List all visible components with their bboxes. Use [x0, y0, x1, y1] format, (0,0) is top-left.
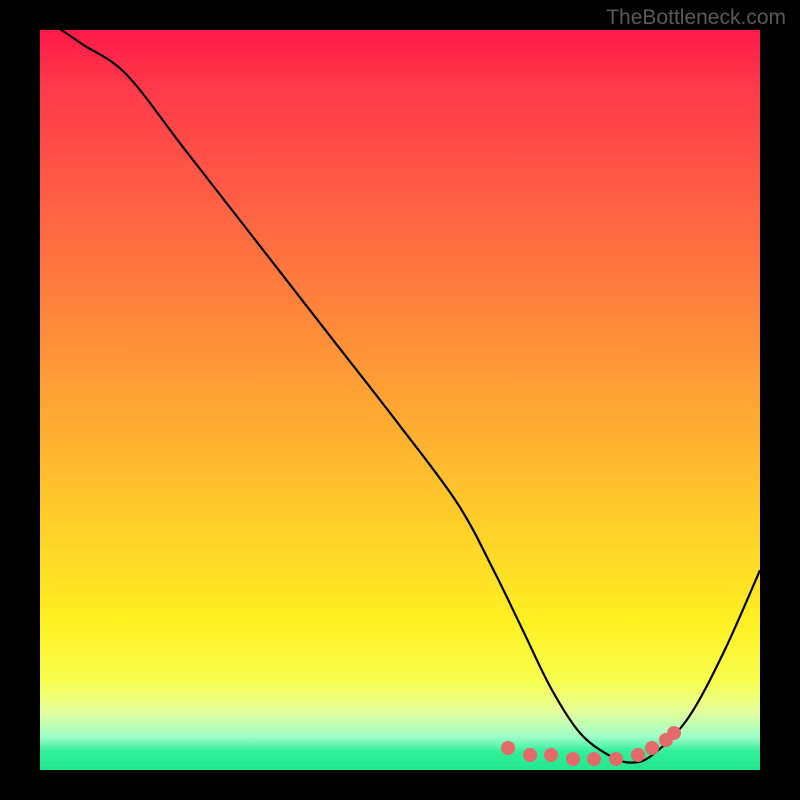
chart-marker — [566, 752, 580, 766]
chart-marker — [667, 726, 681, 740]
chart-marker — [523, 748, 537, 762]
chart-marker — [645, 741, 659, 755]
chart-marker — [587, 752, 601, 766]
chart-marker — [544, 748, 558, 762]
chart-marker — [631, 748, 645, 762]
chart-markers-group — [40, 30, 760, 770]
chart-plot-area — [40, 30, 760, 770]
chart-marker — [609, 752, 623, 766]
watermark-text: TheBottleneck.com — [606, 6, 786, 30]
chart-marker — [501, 741, 515, 755]
